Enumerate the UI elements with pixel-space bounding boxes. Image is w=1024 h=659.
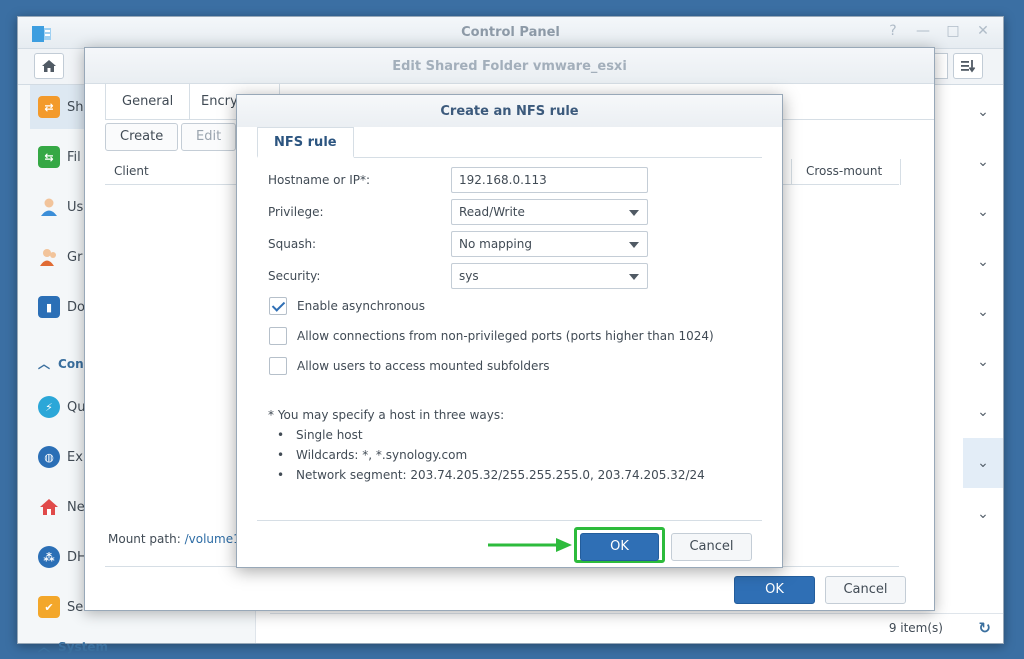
- hostname-label: Hostname or IP*:: [268, 173, 371, 187]
- sidebar-section-system[interactable]: ︿ System: [38, 638, 108, 655]
- expand-chevron-icon[interactable]: ⌄: [963, 87, 1003, 137]
- sidebar-section-connectivity[interactable]: ︿ Con: [38, 355, 84, 372]
- home-button[interactable]: [34, 53, 64, 79]
- item-count: 9 item(s): [888, 621, 943, 635]
- refresh-icon[interactable]: ↻: [978, 619, 991, 637]
- dropdown-caret-icon: [629, 242, 639, 248]
- enable-async-checkbox[interactable]: [269, 297, 287, 315]
- non-privileged-ports-label[interactable]: Allow connections from non-privileged po…: [297, 329, 714, 343]
- security-label: Security:: [268, 269, 321, 283]
- maximize-icon[interactable]: □: [943, 23, 963, 39]
- home-icon: [42, 60, 56, 72]
- host-note-heading: * You may specify a host in three ways:: [268, 408, 505, 422]
- host-note-item: Single host: [277, 428, 363, 442]
- user-icon: [38, 196, 60, 218]
- mounted-subfolders-checkbox[interactable]: [269, 357, 287, 375]
- network-icon: [38, 496, 60, 518]
- sidebar-item-label: Ex: [67, 449, 83, 465]
- dhcp-icon: ⁂: [38, 546, 60, 568]
- expand-chevron-icon[interactable]: ⌄: [963, 489, 1003, 539]
- host-note-item: Network segment: 203.74.205.32/255.255.2…: [277, 468, 705, 482]
- cancel-button[interactable]: Cancel: [825, 576, 906, 604]
- section-label: Con: [58, 356, 84, 371]
- edit-shared-folder-title: Edit Shared Folder vmware_esxi: [392, 59, 627, 74]
- expand-chevron-icon[interactable]: ⌄: [963, 337, 1003, 387]
- edit-shared-folder-titlebar: Edit Shared Folder vmware_esxi: [85, 48, 934, 84]
- shared-folder-icon: ⇄: [38, 96, 60, 118]
- mount-path-value: /volume1: [184, 532, 241, 546]
- edit-button[interactable]: Edit: [181, 123, 237, 151]
- close-icon[interactable]: ✕: [973, 23, 993, 39]
- host-note-text: Network segment: 203.74.205.32/255.255.2…: [296, 468, 705, 482]
- host-note-item: Wildcards: *, *.synology.com: [277, 448, 467, 462]
- create-nfs-rule-dialog: Create an NFS rule NFS rule Hostname or …: [236, 94, 783, 568]
- column-client[interactable]: Client: [114, 164, 149, 178]
- shield-icon: ✔: [38, 596, 60, 618]
- control-panel-titlebar: Control Panel ? — □ ✕: [18, 17, 1003, 49]
- sidebar-item-label: Ne: [67, 499, 85, 515]
- sidebar-item-label: Se: [67, 599, 84, 615]
- dropdown-caret-icon: [629, 274, 639, 280]
- sidebar-item-label: Do: [67, 299, 85, 315]
- expand-chevron-icon[interactable]: ⌄: [963, 387, 1003, 437]
- create-button[interactable]: Create: [105, 123, 179, 151]
- sidebar-item-label: Fil: [67, 149, 81, 165]
- squash-value: No mapping: [459, 237, 532, 251]
- group-icon: [38, 246, 60, 268]
- divider: [257, 520, 762, 521]
- mount-path: Mount path: /volume1: [108, 532, 241, 546]
- sort-button[interactable]: [953, 53, 983, 79]
- expand-chevron-icon[interactable]: ⌄: [963, 187, 1003, 237]
- sidebar-item-label: Us: [67, 199, 84, 215]
- mounted-subfolders-label[interactable]: Allow users to access mounted subfolders: [297, 359, 550, 373]
- dropdown-caret-icon: [629, 210, 639, 216]
- security-value: sys: [459, 269, 479, 283]
- sidebar-item-label: Gr: [67, 249, 83, 265]
- squash-label: Squash:: [268, 237, 317, 251]
- squash-select[interactable]: No mapping: [451, 231, 648, 257]
- globe-icon: ◍: [38, 446, 60, 468]
- column-cross-mount[interactable]: Cross-mount: [806, 164, 882, 178]
- column-separator: [900, 159, 901, 185]
- expand-chevron-icon[interactable]: ⌄: [963, 287, 1003, 337]
- privilege-value: Read/Write: [459, 205, 525, 219]
- section-label: System: [58, 639, 109, 654]
- sidebar-item-label: Qu: [67, 399, 86, 415]
- tab-general[interactable]: General: [105, 84, 191, 120]
- tab-nfs-rule[interactable]: NFS rule: [257, 127, 354, 158]
- expand-chevron-icon[interactable]: ⌄: [963, 438, 1003, 488]
- nfs-dialog-title: Create an NFS rule: [440, 104, 579, 119]
- non-privileged-ports-checkbox[interactable]: [269, 327, 287, 345]
- chevron-up-icon: ︿: [38, 357, 51, 371]
- status-bar: 9 item(s) ↻: [270, 613, 1003, 643]
- privilege-select[interactable]: Read/Write: [451, 199, 648, 225]
- nfs-ok-button[interactable]: OK: [580, 533, 659, 561]
- enable-async-label[interactable]: Enable asynchronous: [297, 299, 425, 313]
- column-separator: [791, 159, 792, 185]
- minimize-icon[interactable]: —: [913, 23, 933, 39]
- security-select[interactable]: sys: [451, 263, 648, 289]
- nfs-cancel-button[interactable]: Cancel: [671, 533, 752, 561]
- ok-button[interactable]: OK: [734, 576, 815, 604]
- help-icon[interactable]: ?: [883, 23, 903, 39]
- expand-chevron-icon[interactable]: ⌄: [963, 137, 1003, 187]
- host-note-text: Single host: [296, 428, 363, 442]
- file-services-icon: ⇆: [38, 146, 60, 168]
- host-note-text: Wildcards: *, *.synology.com: [296, 448, 468, 462]
- control-panel-title: Control Panel: [461, 25, 560, 40]
- hostname-input[interactable]: 192.168.0.113: [451, 167, 648, 193]
- sort-icon: [961, 60, 976, 73]
- nfs-dialog-titlebar: Create an NFS rule: [237, 95, 782, 127]
- nfs-dialog-tabs: NFS rule: [257, 127, 762, 158]
- expand-chevron-icon[interactable]: ⌄: [963, 237, 1003, 287]
- privilege-label: Privilege:: [268, 205, 324, 219]
- quickconnect-icon: ⚡: [38, 396, 60, 418]
- mount-path-label: Mount path:: [108, 532, 181, 546]
- sidebar-item-label: Sh: [67, 99, 84, 115]
- green-arrow-annotation-icon: [488, 538, 572, 552]
- domain-icon: ▮: [38, 296, 60, 318]
- chevron-up-icon: ︿: [38, 640, 51, 654]
